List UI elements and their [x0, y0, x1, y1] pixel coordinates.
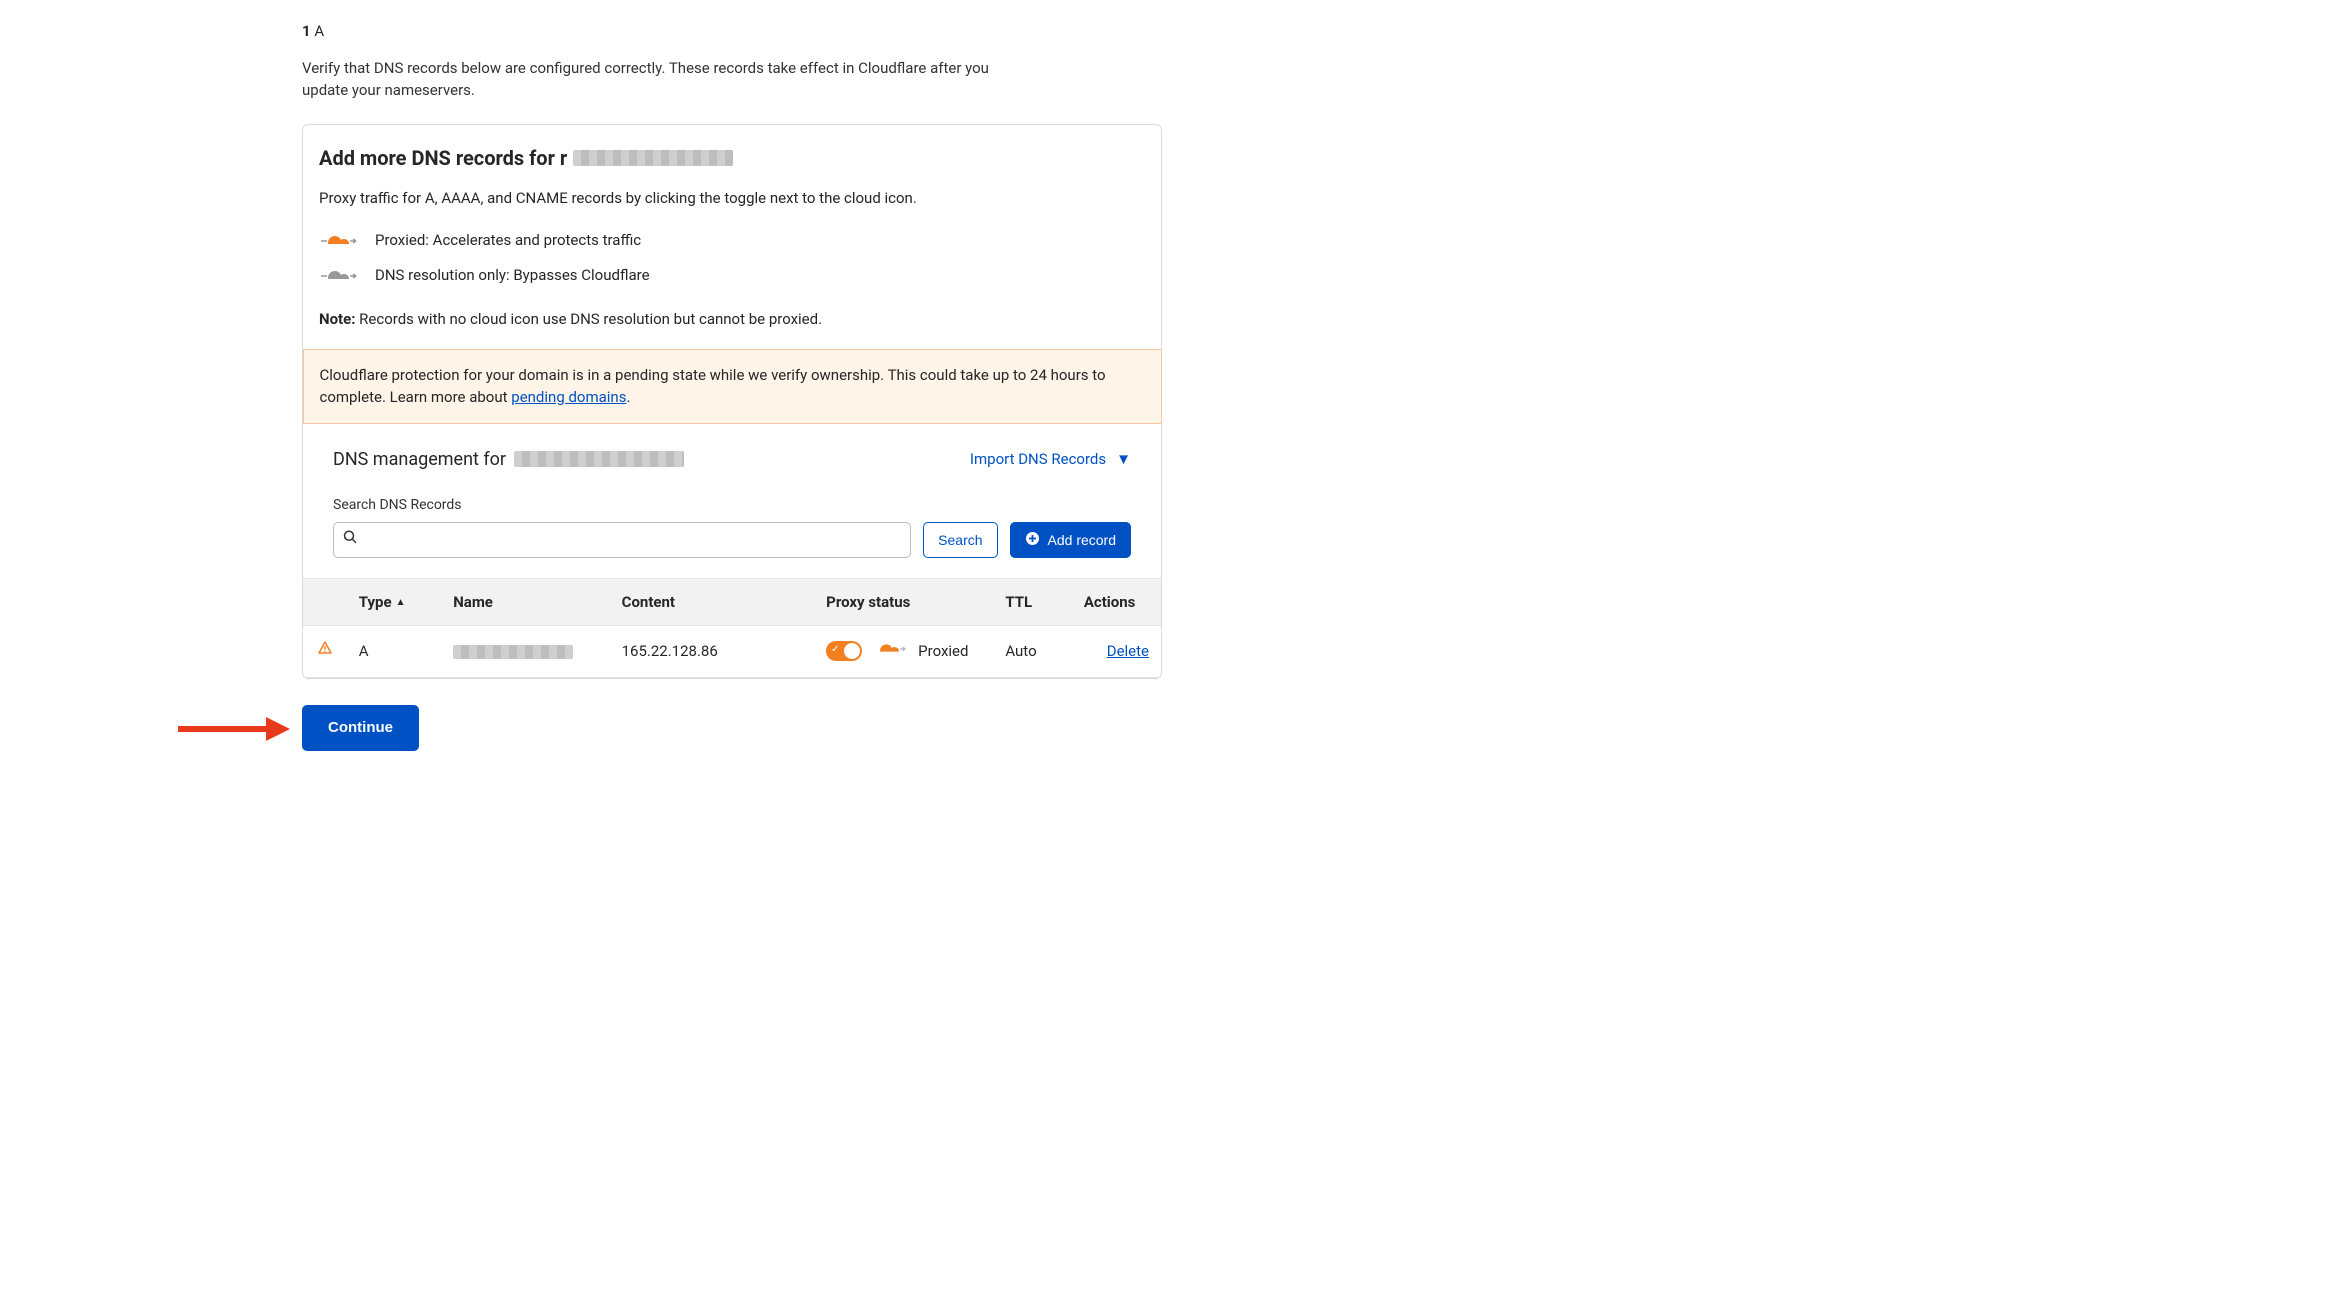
record-summary: 1 A	[302, 20, 1162, 43]
plus-circle-icon	[1025, 531, 1040, 549]
warning-icon	[317, 642, 333, 660]
redacted-domain	[573, 150, 733, 166]
chevron-down-icon: ▼	[1116, 448, 1131, 471]
intro-text: Verify that DNS records below are config…	[302, 57, 1002, 102]
dns-records-table: Type▲ Name Content Proxy status TTL Acti…	[303, 578, 1161, 678]
dns-management-section: DNS management for Import DNS Records ▼ …	[303, 424, 1161, 558]
legend-dnsonly: DNS resolution only: Bypasses Cloudflare	[319, 264, 1145, 287]
cloud-proxied-icon	[872, 638, 908, 665]
redacted-domain-2	[514, 451, 684, 467]
cell-content: 165.22.128.86	[610, 626, 815, 678]
sort-asc-icon: ▲	[396, 597, 406, 608]
col-type[interactable]: Type▲	[347, 578, 441, 626]
dns-card: Add more DNS records for r Proxy traffic…	[302, 124, 1162, 679]
card-description: Proxy traffic for A, AAAA, and CNAME rec…	[319, 187, 959, 210]
pending-domains-link[interactable]: pending domains	[511, 388, 626, 406]
cell-name	[441, 626, 609, 678]
search-label: Search DNS Records	[333, 495, 911, 516]
proxy-toggle[interactable]	[826, 641, 862, 661]
col-ttl[interactable]: TTL	[993, 578, 1072, 626]
col-actions: Actions	[1072, 578, 1161, 626]
pending-banner: Cloudflare protection for your domain is…	[303, 349, 1162, 424]
mgmt-title: DNS management for	[333, 446, 684, 473]
col-content[interactable]: Content	[610, 578, 815, 626]
col-proxy[interactable]: Proxy status	[814, 578, 993, 626]
legend-proxied: Proxied: Accelerates and protects traffi…	[319, 229, 1145, 252]
annotation-arrow-icon	[174, 711, 294, 754]
add-record-button[interactable]: Add record	[1010, 522, 1131, 558]
table-row[interactable]: A 165.22.128.86 Proxied	[303, 626, 1161, 678]
delete-link[interactable]: Delete	[1107, 642, 1149, 660]
search-input[interactable]	[333, 522, 911, 558]
cell-type: A	[347, 626, 441, 678]
dns-page: 1 A Verify that DNS records below are co…	[302, 20, 1162, 751]
redacted-name	[453, 645, 573, 659]
cell-ttl: Auto	[993, 626, 1072, 678]
search-button[interactable]: Search	[923, 522, 997, 558]
card-title: Add more DNS records for r	[319, 143, 1145, 173]
continue-button[interactable]: Continue	[302, 705, 419, 751]
col-name[interactable]: Name	[441, 578, 609, 626]
proxy-status-label: Proxied	[918, 640, 968, 663]
note-text: Note: Records with no cloud icon use DNS…	[319, 308, 1145, 331]
cloud-proxied-icon	[319, 229, 359, 251]
search-icon	[343, 528, 358, 551]
import-dns-link[interactable]: Import DNS Records ▼	[970, 448, 1131, 471]
cloud-dnsonly-icon	[319, 264, 359, 286]
